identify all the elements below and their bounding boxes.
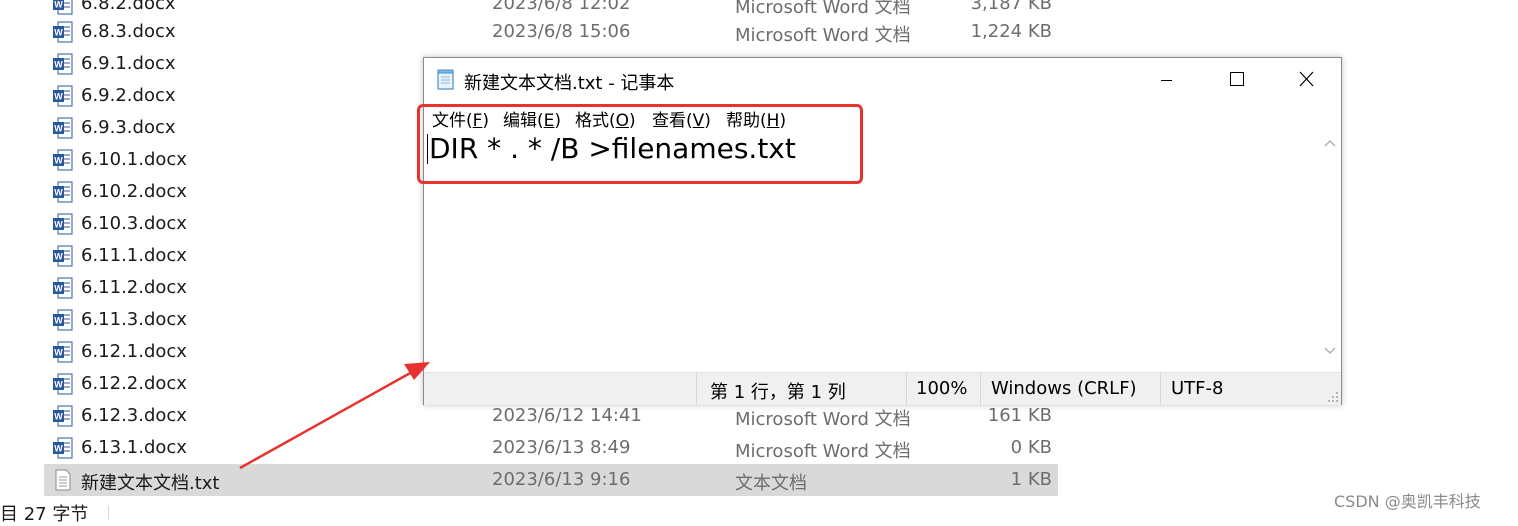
annotation-arrow [239, 362, 430, 470]
